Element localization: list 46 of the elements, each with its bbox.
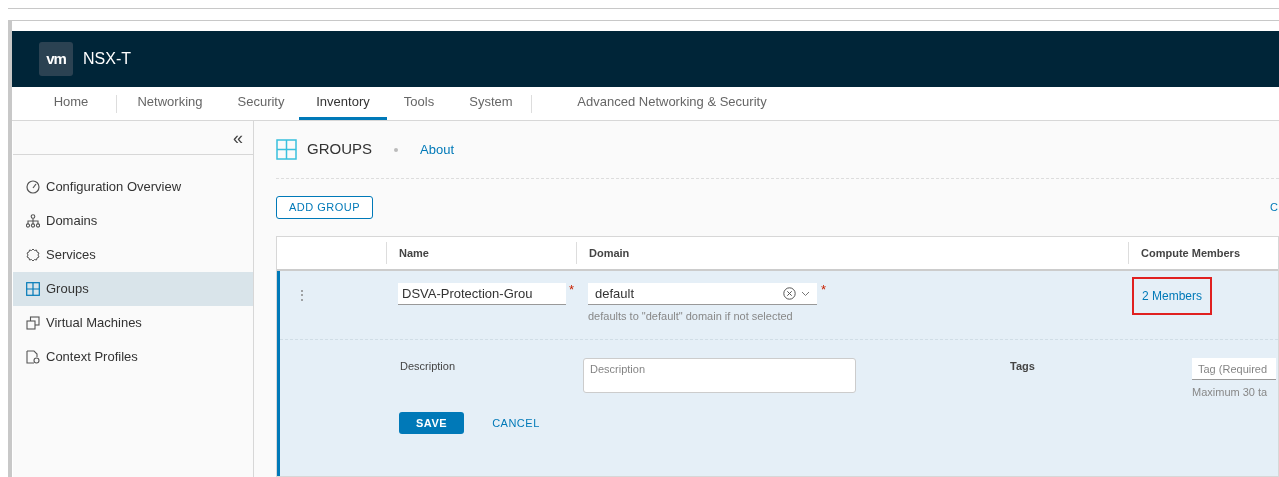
grid-icon	[276, 139, 297, 160]
column-header: Compute Members	[1141, 245, 1241, 261]
required-mark: *	[569, 283, 575, 296]
members-link[interactable]: 2 Members	[1142, 287, 1203, 305]
sidebar-item[interactable]: Context Profiles	[13, 340, 253, 374]
caret-icon[interactable]	[801, 290, 810, 297]
nav-tab[interactable]: Security	[223, 87, 299, 120]
logo: vm	[39, 42, 73, 76]
field-label: Description	[400, 359, 457, 374]
sidebar-item[interactable]: Services	[13, 238, 253, 272]
nav-tab[interactable]: Advanced Networking & Security	[552, 87, 792, 120]
sidebar-item[interactable]: Groups	[13, 272, 253, 306]
field-hint: Maximum 30 ta	[1192, 385, 1269, 400]
collapse-button[interactable]: «	[233, 128, 243, 147]
field-label: Tags	[1010, 359, 1036, 374]
nav-tab[interactable]: Home	[26, 87, 116, 120]
required-mark: *	[821, 283, 827, 296]
nav-tab[interactable]: Networking	[117, 87, 223, 120]
tag-field[interactable]: Tag (Required	[1192, 358, 1276, 380]
cancel-button[interactable]: CANCEL	[492, 414, 540, 432]
domain-value: default	[595, 284, 635, 303]
column-header: Name	[399, 245, 429, 261]
column-header: Domain	[589, 245, 630, 261]
about-link[interactable]: About	[420, 139, 454, 160]
description-field[interactable]: Description	[583, 358, 856, 393]
row-menu-button[interactable]: ⋮	[295, 288, 309, 302]
gear-outline-icon	[26, 248, 40, 262]
gauge-icon	[26, 180, 40, 194]
name-field[interactable]: DSVA-Protection-Grou	[398, 283, 566, 305]
page-title: GROUPS	[307, 139, 372, 160]
sidebar-item[interactable]: Domains	[13, 204, 253, 238]
clear-icon[interactable]	[783, 287, 796, 300]
action-link[interactable]: C	[1270, 199, 1279, 216]
sidebar-item[interactable]: Virtual Machines	[13, 306, 253, 340]
app-title: NSX-T	[83, 49, 131, 69]
stacked-windows-icon	[26, 316, 40, 330]
sidebar-item[interactable]: Configuration Overview	[13, 170, 253, 204]
grid-icon	[26, 282, 40, 296]
save-button[interactable]: SAVE	[399, 412, 465, 434]
field-hint: defaults to "default" domain if not selected	[588, 309, 794, 324]
nav-tab[interactable]: Tools	[387, 87, 451, 120]
domain-select[interactable]: default	[588, 283, 817, 305]
add-group-button[interactable]: ADD GROUP	[276, 196, 374, 219]
hierarchy-icon	[26, 214, 40, 228]
document-gear-icon	[26, 350, 40, 364]
nav-tab[interactable]: System	[451, 87, 531, 120]
